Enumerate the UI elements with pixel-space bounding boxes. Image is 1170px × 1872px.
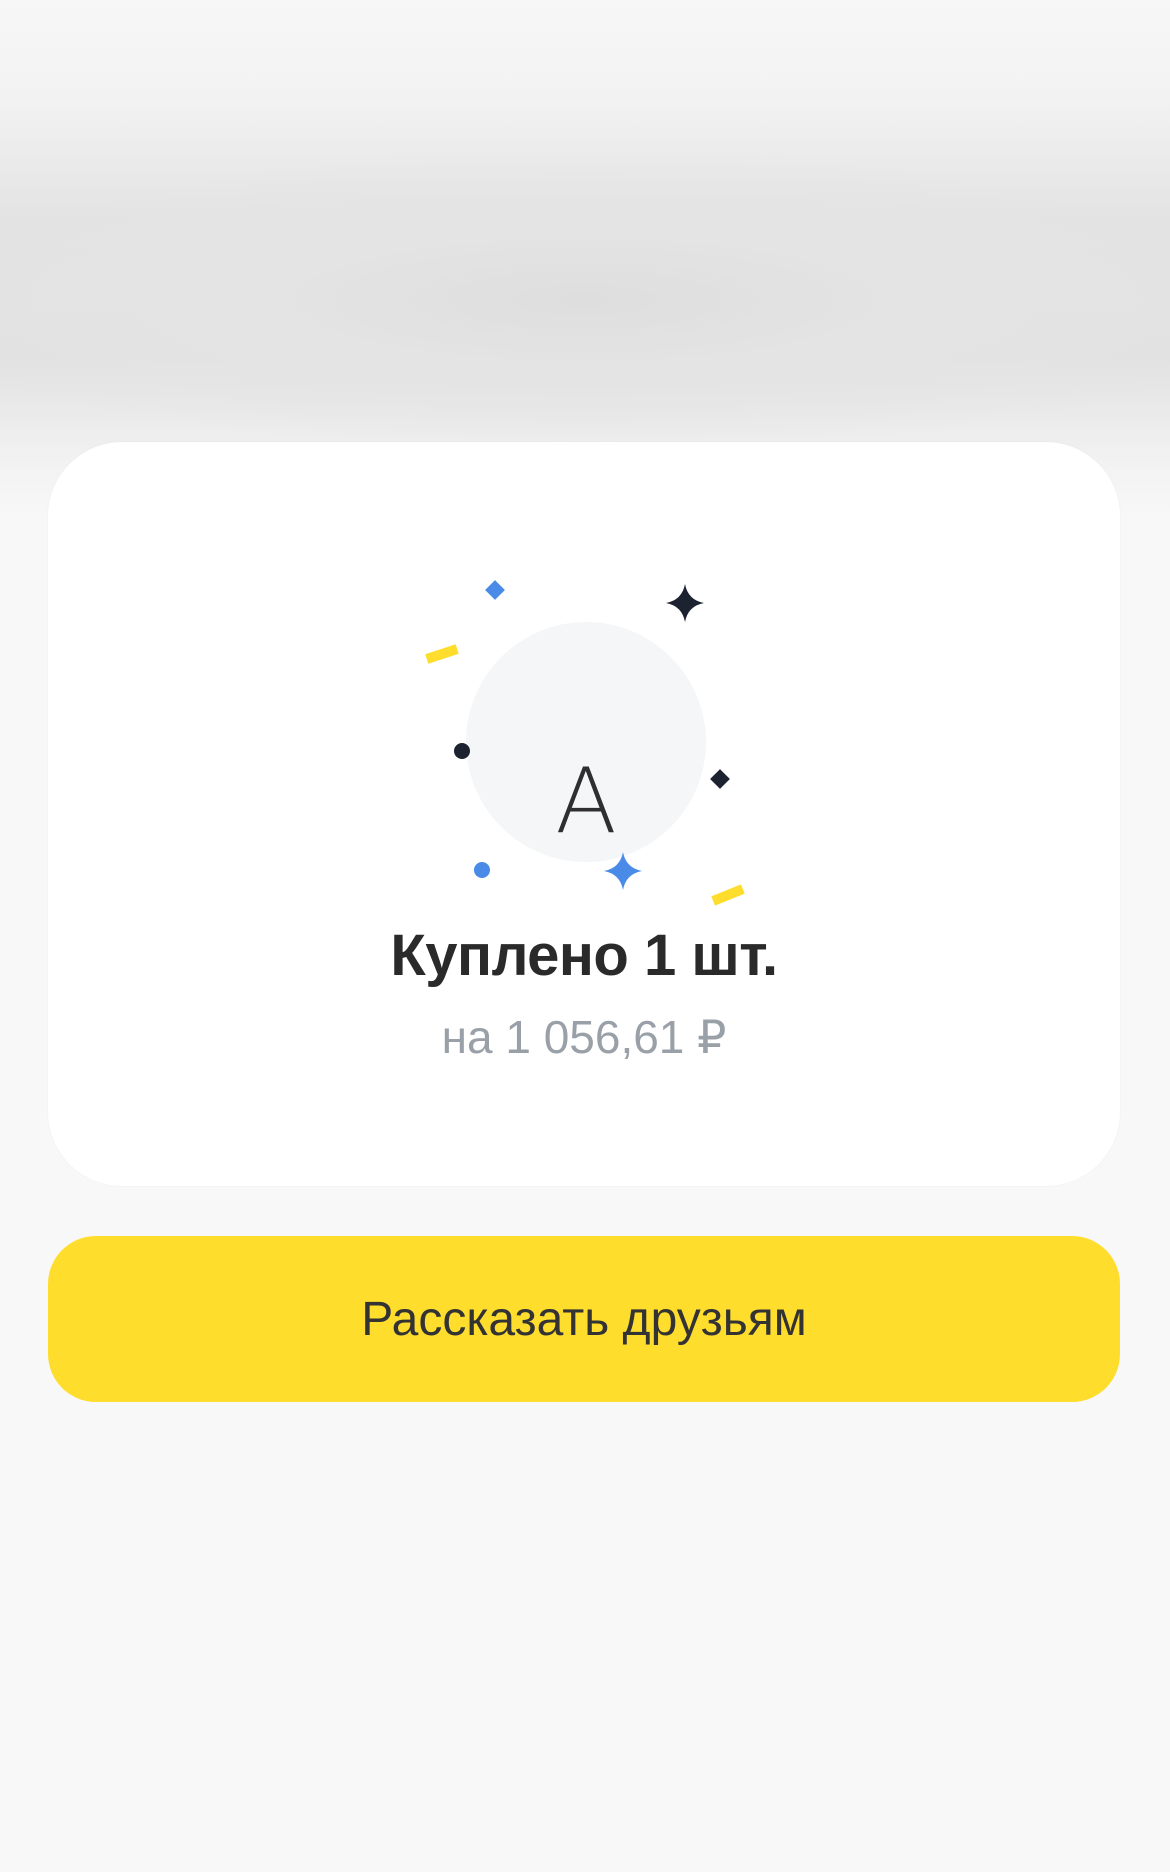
confetti-dark-diamond <box>710 769 730 789</box>
share-button-label: Рассказать друзьям <box>361 1292 807 1346</box>
avatar-letter: А <box>555 749 617 854</box>
purchase-amount: на 1 056,61 ₽ <box>441 1011 727 1063</box>
confetti-blue-diamond <box>485 580 505 600</box>
confetti-yellow-dash-right <box>711 884 745 906</box>
confetti-yellow-dash-left <box>425 644 459 664</box>
share-with-friends-button[interactable]: Рассказать друзьям <box>48 1236 1120 1402</box>
purchase-title: Куплено 1 шт. <box>390 923 778 988</box>
confetti-dark-star <box>666 584 704 622</box>
purchase-card: А Куплено 1 шт. на 1 056,61 ₽ <box>48 442 1120 1186</box>
